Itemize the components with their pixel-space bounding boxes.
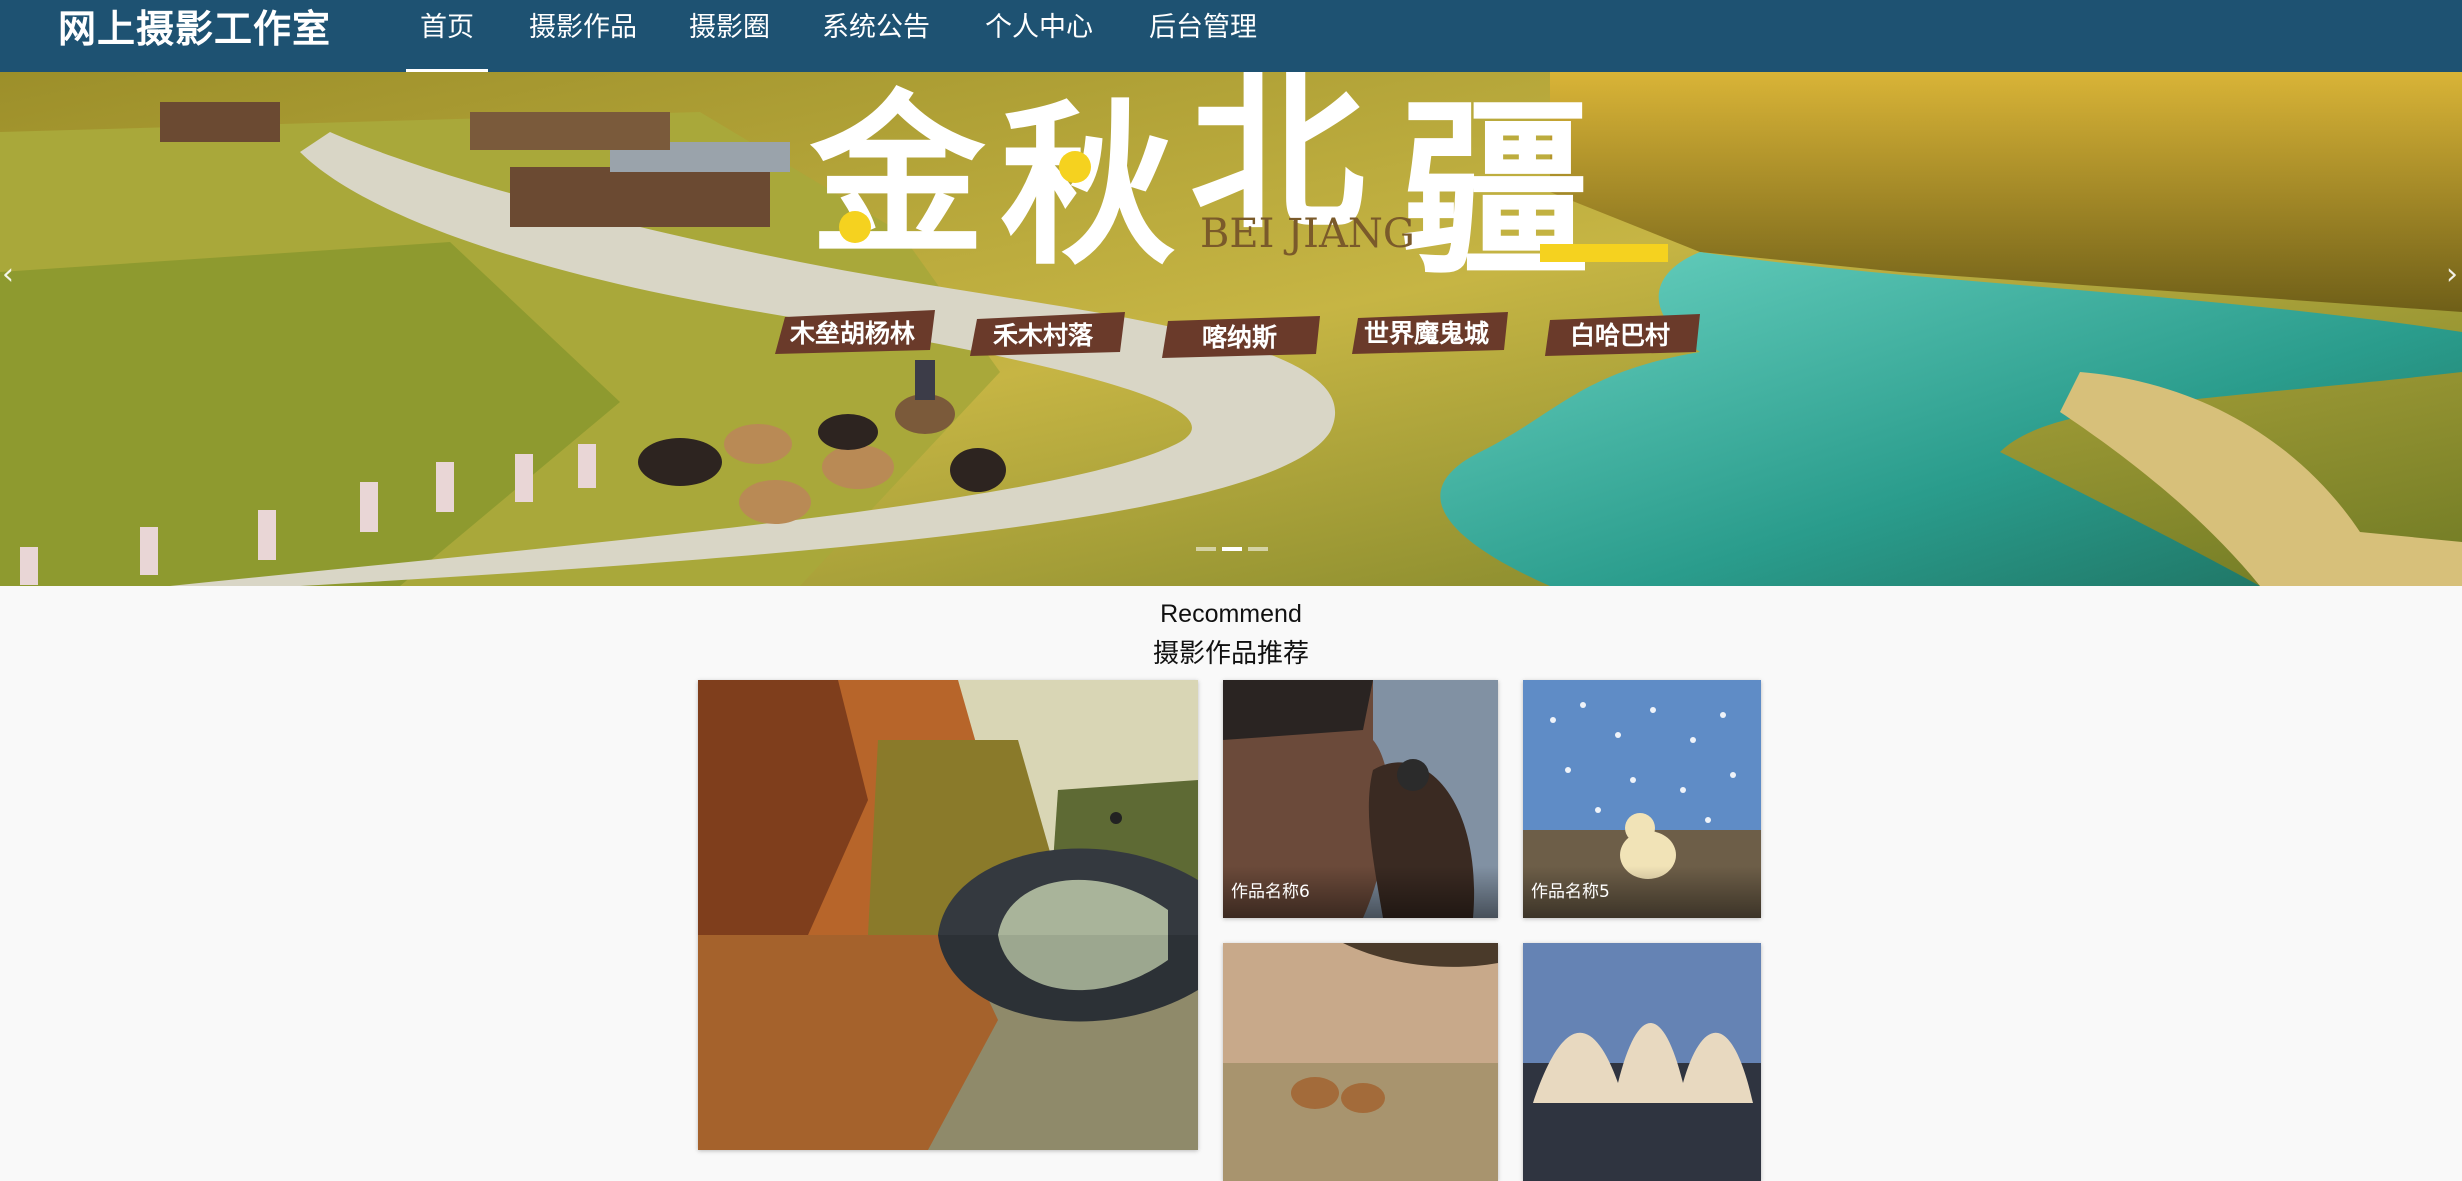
banner-tag: 世界魔鬼城 xyxy=(1364,319,1489,348)
banner-subtitle: BEI JIANG xyxy=(1200,211,1415,257)
banner-title-char: 金 xyxy=(809,74,986,279)
top-navbar: 网上摄影工作室 首页 摄影作品 摄影圈 系统公告 个人中心 后台管理 xyxy=(0,0,2462,72)
work-thumbnail xyxy=(1523,943,1761,1181)
work-card-deer[interactable] xyxy=(1223,943,1498,1181)
work-thumbnail xyxy=(698,680,1198,1150)
banner-carousel[interactable]: 金 秋 北 疆 BEI JIANG 木垒胡杨林 禾木村落 喀纳斯 世界魔鬼城 白… xyxy=(0,72,2462,586)
banner-tag: 禾木村落 xyxy=(993,321,1094,350)
work-thumbnail xyxy=(1223,943,1498,1181)
nav-item-admin[interactable]: 后台管理 xyxy=(1149,0,1257,72)
carousel-dot[interactable] xyxy=(1196,547,1216,551)
section-title-cn: 摄影作品推荐 xyxy=(1152,639,1309,669)
work-caption: 作品名称5 xyxy=(1523,866,1761,918)
work-caption: 作品名称6 xyxy=(1223,866,1498,918)
chevron-left-icon[interactable]: ‹ xyxy=(2,257,14,292)
banner-tag: 白哈巴村 xyxy=(1570,321,1670,350)
banner-tag: 喀纳斯 xyxy=(1202,323,1277,352)
banner-title-char: 秋 xyxy=(1000,84,1175,289)
banner-image: 金 秋 北 疆 BEI JIANG 木垒胡杨林 禾木村落 喀纳斯 世界魔鬼城 白… xyxy=(0,72,2462,586)
nav-item-works[interactable]: 摄影作品 xyxy=(529,0,637,72)
nav-item-profile[interactable]: 个人中心 xyxy=(985,0,1093,72)
chevron-right-icon[interactable]: › xyxy=(2446,257,2458,292)
banner-title-char: 疆 xyxy=(1400,79,1590,302)
work-card-6[interactable]: 作品名称6 xyxy=(1223,680,1498,918)
carousel-dot[interactable] xyxy=(1248,547,1268,551)
banner-tag: 木垒胡杨林 xyxy=(789,319,915,348)
site-brand[interactable]: 网上摄影工作室 xyxy=(58,0,331,72)
work-title: 作品名称6 xyxy=(1231,882,1310,902)
work-card-5[interactable]: 作品名称5 xyxy=(1523,680,1761,918)
nav-item-announcements[interactable]: 系统公告 xyxy=(822,0,930,72)
nav-item-home[interactable]: 首页 xyxy=(406,0,488,72)
work-card-bridge[interactable] xyxy=(698,680,1198,1150)
work-title: 作品名称5 xyxy=(1531,882,1610,902)
carousel-indicators xyxy=(1196,547,1268,551)
work-card-architecture[interactable] xyxy=(1523,943,1761,1181)
carousel-dot[interactable] xyxy=(1222,547,1242,551)
section-title-en: Recommend xyxy=(1160,600,1302,628)
nav-item-circle[interactable]: 摄影圈 xyxy=(689,0,770,72)
